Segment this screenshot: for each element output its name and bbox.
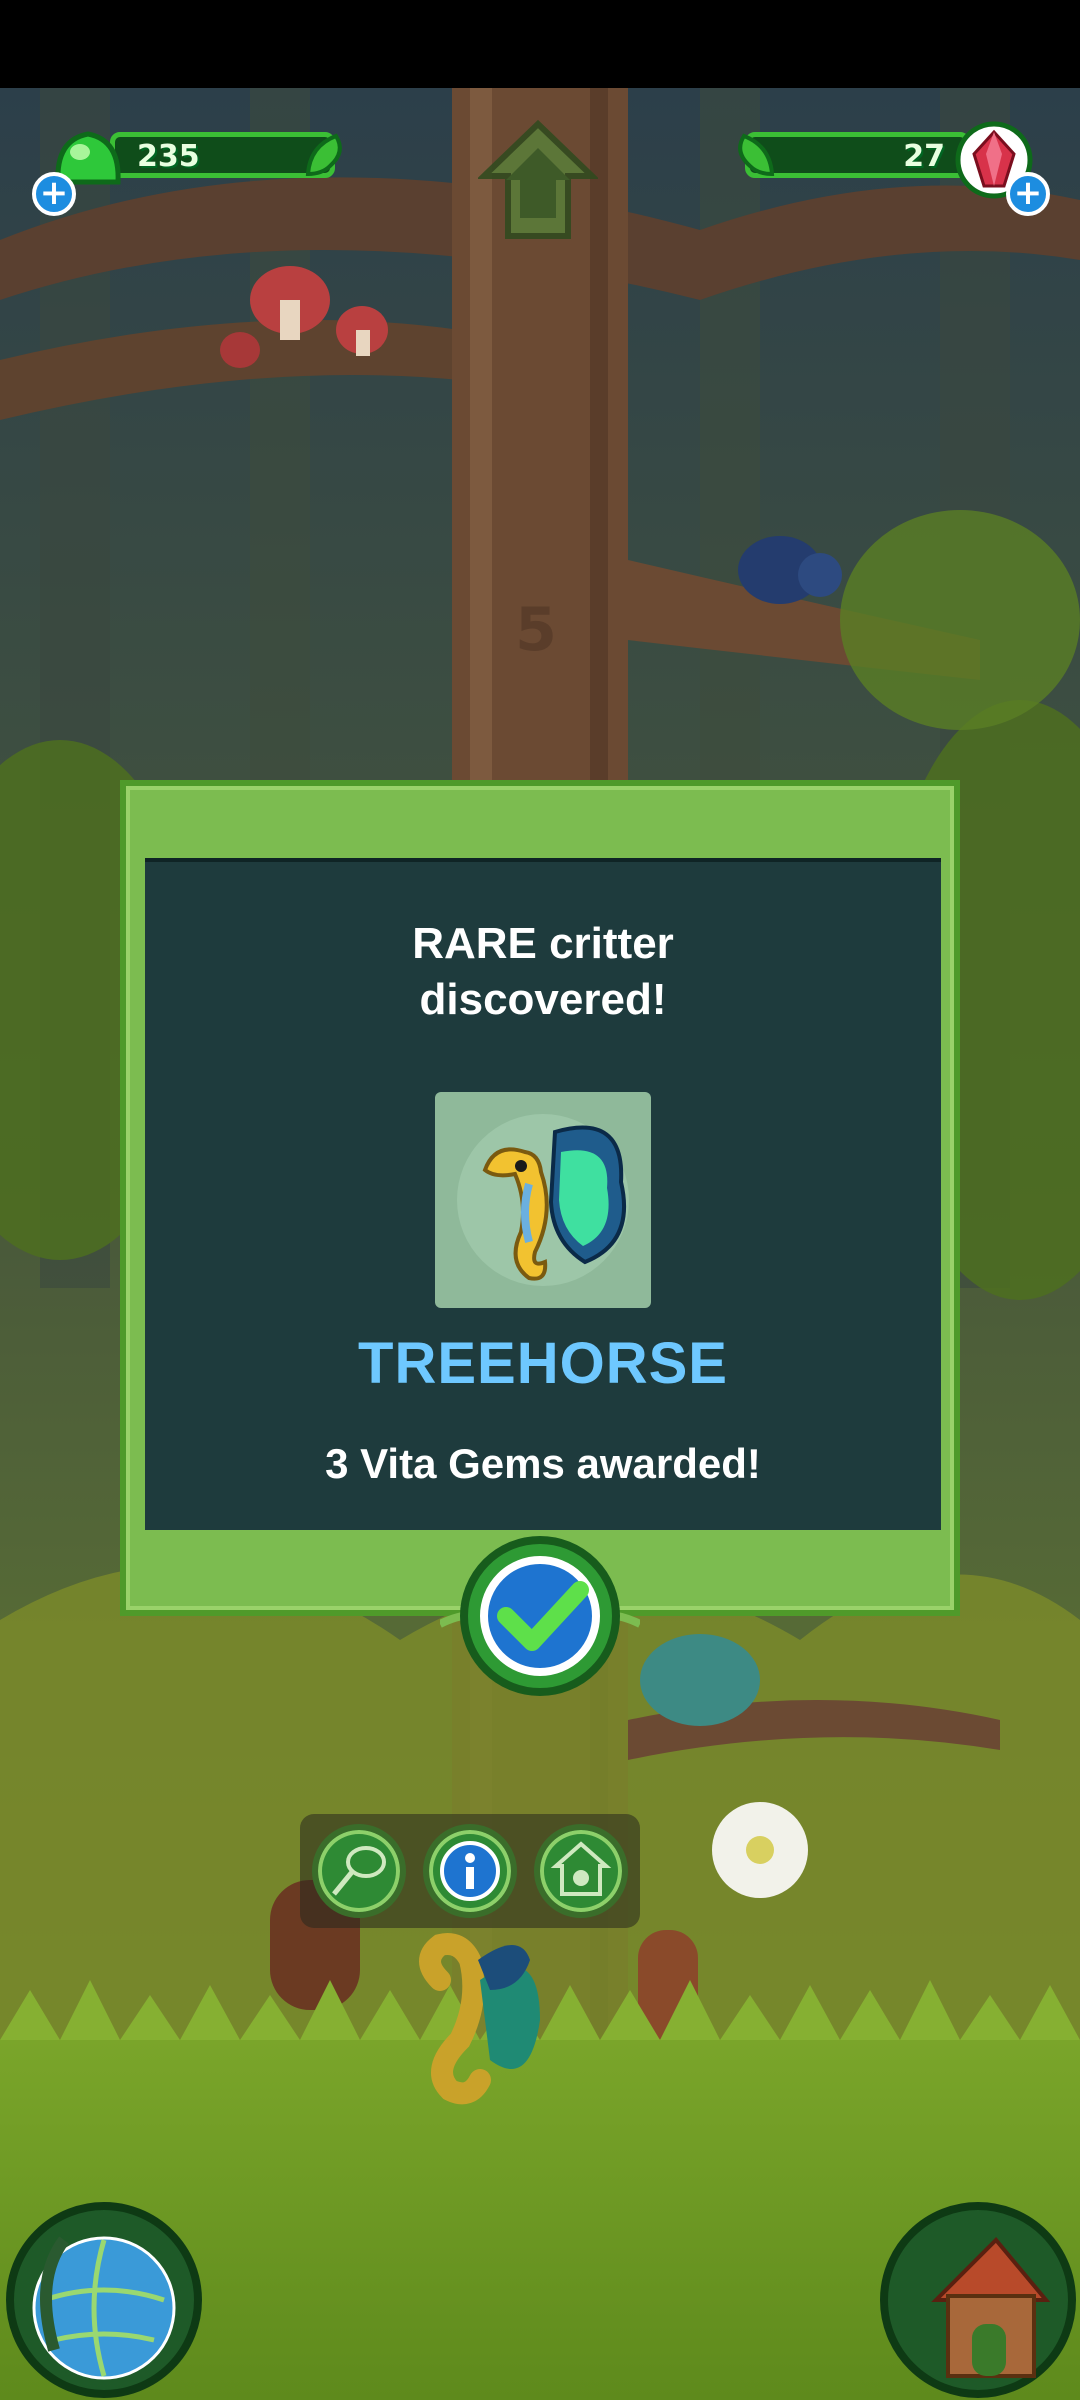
- habitat-icon: [550, 1841, 612, 1896]
- critter-portrait: [435, 1092, 651, 1308]
- tree-floor-number: 5: [515, 595, 557, 665]
- dialog-title: RARE critter discovered!: [145, 916, 941, 1028]
- net-icon: [332, 1846, 386, 1896]
- dialog-panel: RARE critter discovered! TREEHORSE 3 Vit…: [145, 858, 941, 1530]
- house-button[interactable]: [876, 2200, 1080, 2400]
- critter-toolbar: [300, 1814, 640, 1928]
- critter-name: TREEHORSE: [358, 1331, 728, 1396]
- add-gem-button[interactable]: +: [1006, 172, 1050, 216]
- dialog-title-line2: discovered!: [419, 975, 667, 1024]
- vine-leaf-icon-right: [738, 133, 775, 177]
- globe-button[interactable]: [4, 2200, 204, 2400]
- award-text: 3 Vita Gems awarded!: [325, 1440, 761, 1487]
- slime-count: 235: [137, 139, 200, 174]
- confirm-button[interactable]: [440, 1534, 640, 1704]
- habitat-button[interactable]: [534, 1824, 628, 1918]
- info-icon: [440, 1841, 500, 1901]
- treehorse-icon: [457, 1114, 629, 1286]
- add-slime-button[interactable]: +: [32, 172, 76, 216]
- home-button[interactable]: [478, 118, 598, 248]
- net-button[interactable]: [312, 1824, 406, 1918]
- status-bar: [0, 0, 1080, 88]
- gem-count: 27: [903, 139, 945, 174]
- dialog-title-line1: RARE critter: [412, 919, 674, 968]
- info-button[interactable]: [423, 1824, 517, 1918]
- vine-leaf-icon: [305, 133, 342, 177]
